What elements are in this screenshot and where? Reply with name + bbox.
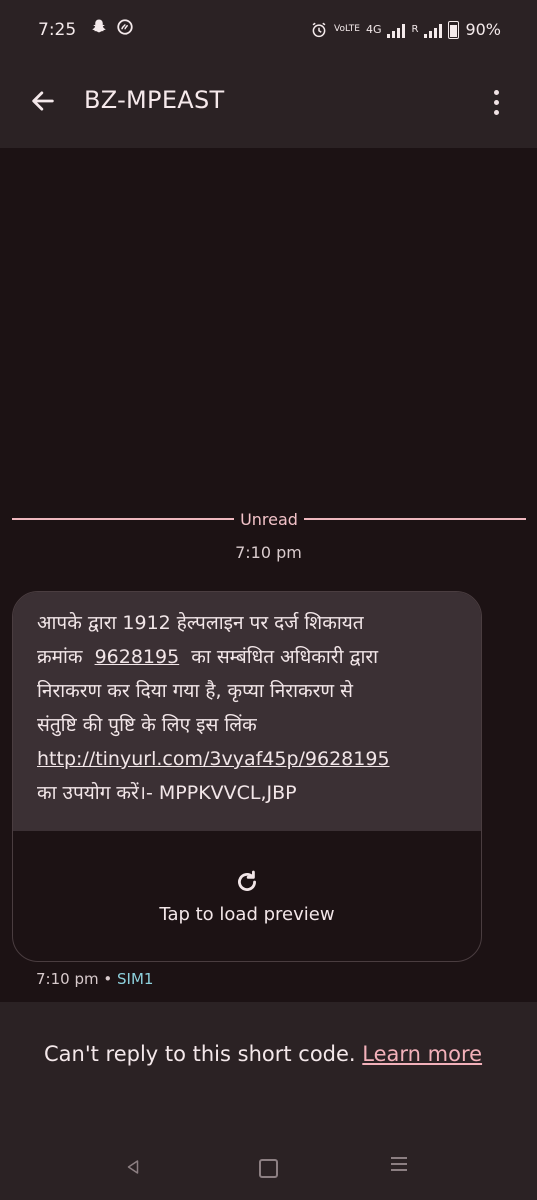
signal-strength-icon — [387, 22, 406, 38]
sim-label: SIM1 — [117, 970, 154, 988]
snapchat-icon — [92, 19, 106, 33]
complaint-number-link[interactable]: 9628195 — [95, 646, 180, 668]
arrow-left-icon — [32, 91, 54, 111]
nav-home-icon[interactable] — [259, 1159, 278, 1178]
message-line: क्रमांक 9628195 का सम्बंधित अधिकारी द्वा… — [37, 640, 457, 674]
system-nav-bar — [0, 1150, 537, 1190]
status-time: 7:25 — [38, 20, 77, 40]
short-code-notice: Can't reply to this short code. — [44, 1042, 356, 1066]
refresh-icon — [238, 870, 256, 891]
message-line-suffix: का सम्बंधित अधिकारी द्वारा — [185, 646, 379, 668]
meta-time: 7:10 pm — [36, 970, 99, 988]
unread-label: Unread — [240, 509, 298, 529]
more-options-button[interactable] — [481, 80, 511, 124]
alarm-icon — [312, 22, 326, 37]
battery-icon — [448, 20, 460, 39]
more-vert-icon-dot — [493, 109, 499, 115]
message-line: आपके द्वारा 1912 हेल्पलाइन पर दर्ज शिकाय… — [37, 612, 364, 634]
message-line: निराकरण कर दिया गया है, कृप्या निराकरण स… — [37, 680, 353, 702]
more-vert-icon-dot — [493, 99, 499, 105]
message-bubble[interactable]: आपके द्वारा 1912 हेल्पलाइन पर दर्ज शिकाय… — [12, 591, 482, 962]
network-type: 4G — [365, 23, 382, 36]
volte-badge: VoLTE — [334, 24, 360, 34]
unread-divider: Unread — [12, 508, 527, 530]
message-line: http://tinyurl.com/3vyaf45p/9628195 — [37, 742, 457, 776]
load-preview-label: Tap to load preview — [159, 903, 335, 925]
message-line: संतुष्टि की पुष्टि के लिए इस लिंक — [37, 714, 257, 736]
notification-icons — [90, 18, 134, 36]
meta-separator: • — [103, 970, 113, 988]
message-text: आपके द्वारा 1912 हेल्पलाइन पर दर्ज शिकाय… — [13, 592, 481, 831]
message-timestamp: 7:10 pm — [235, 543, 302, 562]
battery-percent: 90% — [465, 20, 501, 39]
more-vert-icon-dot — [493, 89, 499, 95]
message-url-link[interactable]: http://tinyurl.com/3vyaf45p/9628195 — [37, 748, 390, 770]
app-notification-icon — [117, 19, 133, 35]
divider-line — [12, 518, 235, 520]
roaming-indicator: R — [411, 24, 419, 35]
footer-notice: Can't reply to this short code. Learn mo… — [44, 1036, 484, 1072]
conversation-title: BZ-MPEAST — [84, 86, 225, 114]
reply-footer: Can't reply to this short code. Learn mo… — [0, 1002, 537, 1200]
divider-line — [303, 518, 527, 520]
learn-more-link[interactable]: Learn more — [362, 1042, 482, 1066]
message-meta: 7:10 pm • SIM1 — [36, 970, 153, 988]
nav-back-icon[interactable] — [124, 1158, 142, 1176]
message-line: का उपयोग करें।- MPPKVVCL,JBP — [37, 782, 297, 804]
back-button[interactable] — [22, 80, 64, 122]
message-line-prefix: क्रमांक — [37, 646, 89, 668]
signal-strength-icon-2 — [424, 22, 443, 38]
app-bar: BZ-MPEAST — [0, 64, 537, 148]
nav-recents-icon[interactable] — [391, 1157, 407, 1171]
system-status: VoLTE 4G R 90% — [310, 20, 501, 39]
status-bar: 7:25 VoLTE 4G R 90% — [0, 0, 537, 64]
load-preview-button[interactable]: Tap to load preview — [13, 831, 481, 961]
